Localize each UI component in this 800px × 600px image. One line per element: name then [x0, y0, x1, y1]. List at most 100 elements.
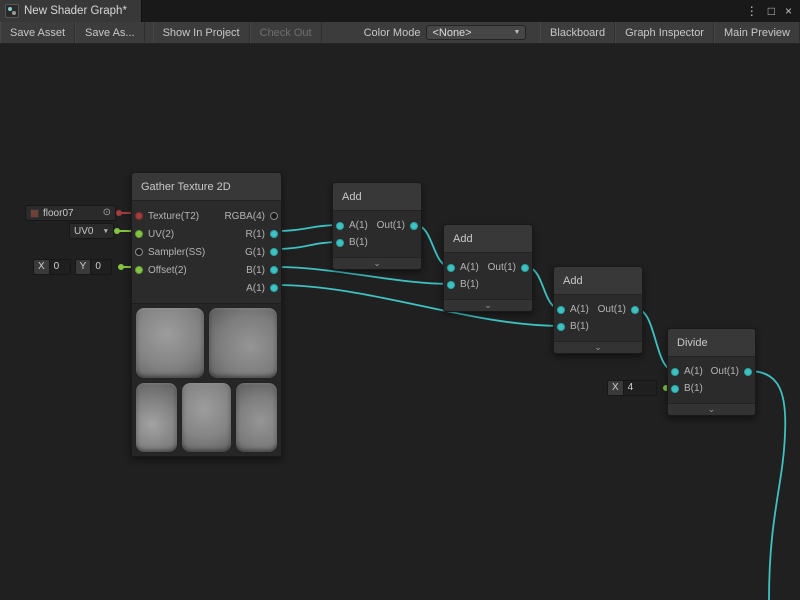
uv-dropdown-value: UV0: [74, 226, 93, 237]
color-mode-dropdown[interactable]: <None> ▼: [426, 25, 526, 40]
blackboard-button[interactable]: Blackboard: [540, 22, 615, 43]
stone-tile: [181, 382, 232, 454]
add-node-2[interactable]: Add A(1) B(1) Out(1) ⌄: [443, 224, 533, 312]
port-output-a[interactable]: [270, 284, 278, 292]
node-collapse-button[interactable]: ⌄: [333, 257, 421, 269]
port-label: A(1): [460, 262, 479, 273]
port-input-a[interactable]: [336, 222, 344, 230]
offset-x-label: X: [33, 259, 49, 275]
chevron-down-icon: ⌄: [594, 343, 602, 352]
port-output-out[interactable]: [410, 222, 418, 230]
port-output-out[interactable]: [744, 368, 752, 376]
divide-node[interactable]: Divide A(1) B(1) Out(1) ⌄: [667, 328, 756, 416]
divide-b-input[interactable]: 4: [623, 380, 657, 396]
close-icon[interactable]: ×: [785, 0, 792, 22]
maximize-icon[interactable]: □: [768, 0, 775, 22]
titlebar-spacer: [142, 0, 746, 22]
uv-channel-dropdown[interactable]: UV0 ▼: [69, 223, 114, 239]
port-label: B(1): [684, 383, 703, 394]
port-output-g[interactable]: [270, 248, 278, 256]
check-out-button: Check Out: [250, 22, 322, 43]
port-input-b[interactable]: [336, 239, 344, 247]
node-title[interactable]: Gather Texture 2D: [132, 173, 281, 201]
texture-object-field[interactable]: floor07 ⊙: [25, 205, 116, 221]
chevron-down-icon: ⌄: [373, 259, 381, 268]
port-label: B(1): [246, 265, 265, 276]
texture-stub-dot[interactable]: [116, 210, 122, 216]
port-label: Out(1): [488, 262, 516, 273]
gather-texture-2d-node[interactable]: Gather Texture 2D Texture(T2) UV(2) Samp…: [131, 172, 282, 457]
port-output-out[interactable]: [631, 306, 639, 314]
port-input-b[interactable]: [557, 323, 565, 331]
node-title[interactable]: Add: [444, 225, 532, 253]
offset-vector-field: X 0 Y 0: [33, 259, 112, 275]
port-label: A(1): [349, 220, 368, 231]
show-in-project-button[interactable]: Show In Project: [153, 22, 250, 43]
window-menu-icon[interactable]: ⋮: [746, 0, 758, 22]
port-output-out[interactable]: [521, 264, 529, 272]
offset-y-label: Y: [75, 259, 91, 275]
offset-x-input[interactable]: 0: [49, 259, 71, 275]
tab-new-shader-graph[interactable]: New Shader Graph*: [0, 0, 142, 22]
color-mode-value: <None>: [432, 27, 471, 39]
titlebar: New Shader Graph* ⋮ □ ×: [0, 0, 800, 22]
divide-b-inline-field: X 4: [607, 380, 657, 396]
port-label: A(1): [684, 366, 703, 377]
graph-inspector-button[interactable]: Graph Inspector: [615, 22, 714, 43]
port-output-rgba[interactable]: [270, 212, 278, 220]
port-label: G(1): [245, 247, 265, 258]
port-label: R(1): [246, 229, 265, 240]
chevron-down-icon: ▼: [514, 29, 521, 36]
port-input-a[interactable]: [671, 368, 679, 376]
offset-y-input[interactable]: 0: [90, 259, 112, 275]
add-node-1[interactable]: Add A(1) B(1) Out(1) ⌄: [332, 182, 422, 270]
texture-swatch: [30, 209, 39, 218]
toolbar: Save Asset Save As... Show In Project Ch…: [0, 22, 800, 44]
add-node-3[interactable]: Add A(1) B(1) Out(1) ⌄: [553, 266, 643, 354]
port-input-b[interactable]: [447, 281, 455, 289]
port-label: Sampler(SS): [148, 247, 205, 258]
port-input-a[interactable]: [557, 306, 565, 314]
tab-title: New Shader Graph*: [24, 5, 127, 17]
node-title[interactable]: Add: [554, 267, 642, 295]
port-label: B(1): [570, 321, 589, 332]
node-collapse-button[interactable]: ⌄: [554, 341, 642, 353]
offset-stub-dot[interactable]: [118, 264, 124, 270]
wire-layer: [0, 44, 800, 600]
main-preview-button[interactable]: Main Preview: [714, 22, 800, 43]
node-collapse-button[interactable]: ⌄: [668, 403, 755, 415]
save-as-button[interactable]: Save As...: [75, 22, 145, 43]
shader-graph-icon: [5, 4, 19, 18]
port-output-r[interactable]: [270, 230, 278, 238]
port-input-texture[interactable]: [135, 212, 143, 220]
stone-tile: [235, 382, 278, 454]
node-title[interactable]: Divide: [668, 329, 755, 357]
stone-tile: [135, 382, 178, 454]
object-picker-icon[interactable]: ⊙: [103, 208, 111, 218]
port-label: Offset(2): [148, 265, 187, 276]
port-label: Out(1): [377, 220, 405, 231]
save-asset-button[interactable]: Save Asset: [0, 22, 75, 43]
node-collapse-button[interactable]: ⌄: [444, 299, 532, 311]
texture-field-value: floor07: [43, 208, 74, 219]
wire-g-to-add1-b[interactable]: [276, 242, 340, 249]
stone-tile: [135, 307, 205, 379]
port-label: A(1): [570, 304, 589, 315]
node-title[interactable]: Add: [333, 183, 421, 211]
port-output-b[interactable]: [270, 266, 278, 274]
port-input-a[interactable]: [447, 264, 455, 272]
chevron-down-icon: ⌄: [484, 301, 492, 310]
graph-canvas[interactable]: Gather Texture 2D Texture(T2) UV(2) Samp…: [0, 44, 800, 600]
color-mode-label: Color Mode: [352, 22, 427, 43]
port-label: UV(2): [148, 229, 174, 240]
port-label: A(1): [246, 283, 265, 294]
port-input-offset[interactable]: [135, 266, 143, 274]
wire-r-to-add1-a[interactable]: [276, 225, 340, 231]
chevron-down-icon: ▼: [103, 228, 109, 235]
port-input-uv[interactable]: [135, 230, 143, 238]
port-input-sampler[interactable]: [135, 248, 143, 256]
node-preview-texture: [132, 303, 281, 456]
port-input-b[interactable]: [671, 385, 679, 393]
uv-stub-dot[interactable]: [114, 228, 120, 234]
port-label: Texture(T2): [148, 211, 199, 222]
